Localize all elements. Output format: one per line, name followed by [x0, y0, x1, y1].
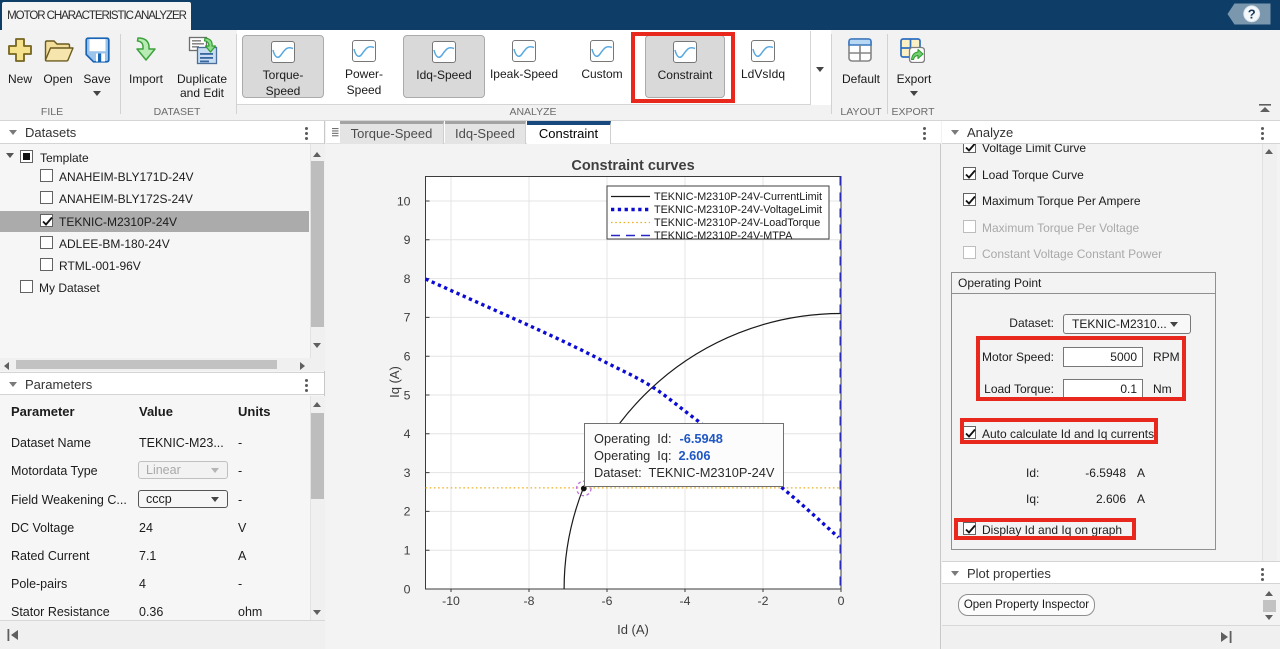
svg-text:0: 0 [838, 594, 845, 608]
svg-text:-6.5948: -6.5948 [680, 431, 723, 446]
svg-text:TEKNIC-M2310P-24V-VoltageLimit: TEKNIC-M2310P-24V-VoltageLimit [654, 204, 822, 216]
svg-text:6: 6 [404, 350, 411, 364]
svg-text:-6: -6 [602, 594, 613, 608]
svg-text:9: 9 [404, 233, 411, 247]
svg-text:-10: -10 [442, 594, 460, 608]
svg-text:0: 0 [404, 582, 411, 596]
svg-text:-2: -2 [758, 594, 769, 608]
svg-text:5: 5 [404, 388, 411, 402]
svg-text:3: 3 [404, 466, 411, 480]
svg-text:4: 4 [404, 427, 411, 441]
svg-text:Dataset: TEKNIC-M2310P-24V: Dataset: TEKNIC-M2310P-24V [594, 465, 775, 480]
svg-text:Constraint curves: Constraint curves [571, 158, 694, 174]
svg-text:2.606: 2.606 [679, 448, 711, 463]
svg-text:7: 7 [404, 311, 411, 325]
svg-text:TEKNIC-M2310P-24V-MTPA: TEKNIC-M2310P-24V-MTPA [654, 230, 793, 242]
svg-text:?: ? [1248, 6, 1256, 21]
svg-text:10: 10 [397, 194, 411, 208]
svg-text:1: 1 [404, 544, 411, 558]
svg-text:TEKNIC-M2310P-24V-CurrentLimit: TEKNIC-M2310P-24V-CurrentLimit [654, 191, 822, 203]
svg-text:2: 2 [404, 505, 411, 519]
svg-text:Iq (A): Iq (A) [387, 366, 402, 398]
svg-text:8: 8 [404, 272, 411, 286]
svg-text:Operating Iq:: Operating Iq: [594, 448, 672, 463]
svg-text:-4: -4 [680, 594, 691, 608]
svg-text:Id (A): Id (A) [617, 622, 649, 637]
svg-text:-8: -8 [524, 594, 535, 608]
svg-text:TEKNIC-M2310P-24V-LoadTorque: TEKNIC-M2310P-24V-LoadTorque [654, 217, 820, 229]
svg-text:Operating Id:: Operating Id: [594, 431, 672, 446]
